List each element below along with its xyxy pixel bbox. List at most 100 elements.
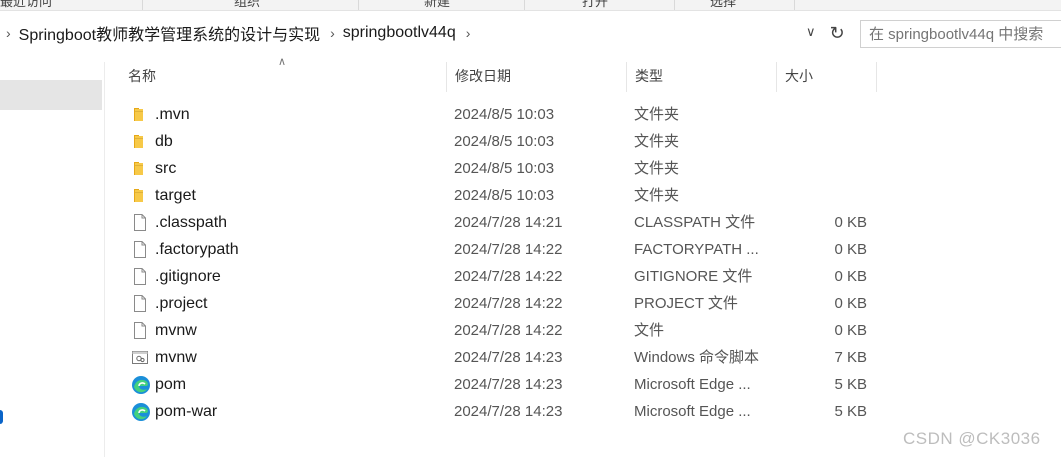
file-date: 2024/7/28 14:22 <box>454 322 563 339</box>
file-type: Windows 命令脚本 <box>634 349 760 366</box>
ribbon-group-recent[interactable]: 最近访问 <box>0 0 143 10</box>
file-size: 0 KB <box>834 214 867 231</box>
file-type: 文件夹 <box>634 160 680 177</box>
file-size <box>777 155 867 182</box>
file-date: 2024/7/28 14:22 <box>454 268 563 285</box>
file-size: 7 KB <box>834 349 867 366</box>
column-size[interactable]: 大小 <box>777 62 877 92</box>
file-date: 2024/7/28 14:23 <box>454 349 563 366</box>
file-type: PROJECT 文件 <box>634 295 738 312</box>
folder-icon <box>131 186 149 205</box>
folder-icon <box>131 132 149 151</box>
breadcrumb[interactable]: › Springboot教师教学管理系统的设计与实现 › springbootl… <box>0 19 826 47</box>
file-date: 2024/7/28 14:22 <box>454 241 563 258</box>
file-icon <box>131 294 149 313</box>
ribbon-group-new[interactable]: 新建 <box>358 0 525 10</box>
file-row[interactable]: db 2024/8/5 10:03 文件夹 <box>105 128 1061 155</box>
file-row[interactable]: .gitignore 2024/7/28 14:22 GITIGNORE 文件 0 K… <box>105 263 1061 290</box>
refresh-icon[interactable]: ↻ <box>828 22 846 44</box>
address-bar-row: › Springboot教师教学管理系统的设计与实现 › springbootl… <box>0 14 1061 54</box>
ribbon-label: 打开 <box>582 0 609 9</box>
file-name: .classpath <box>155 214 228 231</box>
file-name: .project <box>155 295 208 312</box>
file-row[interactable]: pom-war 2024/7/28 14:23 Microsoft Edge ...… <box>105 398 1061 425</box>
file-size <box>777 182 867 209</box>
nav-item-icon[interactable] <box>0 410 3 424</box>
file-name: pom-war <box>155 403 218 420</box>
folder-icon <box>131 159 149 178</box>
file-icon <box>131 321 149 340</box>
file-size: 0 KB <box>834 241 867 258</box>
folder-icon <box>131 105 149 124</box>
file-row[interactable]: mvnw 2024/7/28 14:23 Windows 命令脚本 7 KB <box>105 344 1061 371</box>
nav-selected-item[interactable] <box>0 80 102 110</box>
file-size: 0 KB <box>834 322 867 339</box>
breadcrumb-item[interactable]: Springboot教师教学管理系统的设计与实现 <box>19 21 320 45</box>
search-box[interactable] <box>860 20 1061 48</box>
file-type: Microsoft Edge ... <box>634 376 751 393</box>
file-type: 文件夹 <box>634 106 680 123</box>
file-size: 5 KB <box>834 403 867 420</box>
file-icon <box>131 240 149 259</box>
file-size: 0 KB <box>834 268 867 285</box>
file-name: .mvn <box>155 106 190 123</box>
navigation-pane <box>0 62 105 457</box>
chevron-right-icon[interactable]: › <box>330 25 335 41</box>
file-size: 0 KB <box>834 295 867 312</box>
ribbon-label: 最近访问 <box>0 0 53 9</box>
file-date: 2024/8/5 10:03 <box>454 106 555 123</box>
column-type[interactable]: 类型 <box>627 62 777 92</box>
file-row[interactable]: .classpath 2024/7/28 14:21 CLASSPATH 文件 0 K… <box>105 209 1061 236</box>
ribbon-group-open[interactable]: 打开 <box>524 0 675 10</box>
file-date: 2024/7/28 14:23 <box>454 403 563 420</box>
ribbon-group-select[interactable]: 选择 <box>674 0 795 10</box>
file-type: 文件夹 <box>634 133 680 150</box>
chevron-right-icon[interactable]: › <box>466 25 471 41</box>
ribbon-label: 组织 <box>234 0 261 9</box>
file-date: 2024/8/5 10:03 <box>454 187 555 204</box>
file-row[interactable]: target 2024/8/5 10:03 文件夹 <box>105 182 1061 209</box>
file-date: 2024/7/28 14:21 <box>454 214 563 231</box>
script-icon <box>131 348 149 367</box>
file-row[interactable]: .factorypath 2024/7/28 14:22 FACTORYPATH .… <box>105 236 1061 263</box>
file-size <box>777 101 867 128</box>
file-type: Microsoft Edge ... <box>634 403 751 420</box>
file-type: 文件 <box>634 322 665 339</box>
file-name: src <box>155 160 177 177</box>
file-name: mvnw <box>155 349 197 366</box>
column-name[interactable]: 名称 <box>120 62 447 92</box>
ribbon-group-organize[interactable]: 组织 <box>142 0 359 10</box>
ribbon: 最近访问 组织 新建 打开 选择 <box>0 0 1061 11</box>
file-date: 2024/8/5 10:03 <box>454 133 555 150</box>
file-row[interactable]: pom 2024/7/28 14:23 Microsoft Edge ... 5 KB <box>105 371 1061 398</box>
chevron-right-icon[interactable]: › <box>6 25 11 41</box>
file-date: 2024/7/28 14:22 <box>454 295 563 312</box>
file-row[interactable]: src 2024/8/5 10:03 文件夹 <box>105 155 1061 182</box>
file-name: db <box>155 133 173 150</box>
edge-icon <box>131 402 150 421</box>
file-name: target <box>155 187 196 204</box>
chevron-down-icon[interactable]: ∨ <box>806 24 816 40</box>
breadcrumb-item[interactable]: springbootlv44q <box>343 24 456 42</box>
file-type: FACTORYPATH ... <box>634 241 759 258</box>
ribbon-label: 选择 <box>710 0 737 9</box>
file-row[interactable]: .mvn 2024/8/5 10:03 文件夹 <box>105 101 1061 128</box>
column-date[interactable]: 修改日期 <box>447 62 627 92</box>
search-input[interactable] <box>869 22 1061 46</box>
file-type: CLASSPATH 文件 <box>634 214 756 231</box>
ribbon-label: 新建 <box>424 0 451 9</box>
file-type: GITIGNORE 文件 <box>634 268 753 285</box>
watermark: CSDN @CK3036 <box>903 429 1041 448</box>
file-size: 5 KB <box>834 376 867 393</box>
file-name: mvnw <box>155 322 197 339</box>
file-icon <box>131 267 149 286</box>
file-type: 文件夹 <box>634 187 680 204</box>
file-size <box>777 128 867 155</box>
file-row[interactable]: .project 2024/7/28 14:22 PROJECT 文件 0 KB <box>105 290 1061 317</box>
file-icon <box>131 213 149 232</box>
file-name: .factorypath <box>155 241 239 258</box>
file-date: 2024/8/5 10:03 <box>454 160 555 177</box>
file-row[interactable]: mvnw 2024/7/28 14:22 文件 0 KB <box>105 317 1061 344</box>
file-name: pom <box>155 376 187 393</box>
file-name: .gitignore <box>155 268 221 285</box>
